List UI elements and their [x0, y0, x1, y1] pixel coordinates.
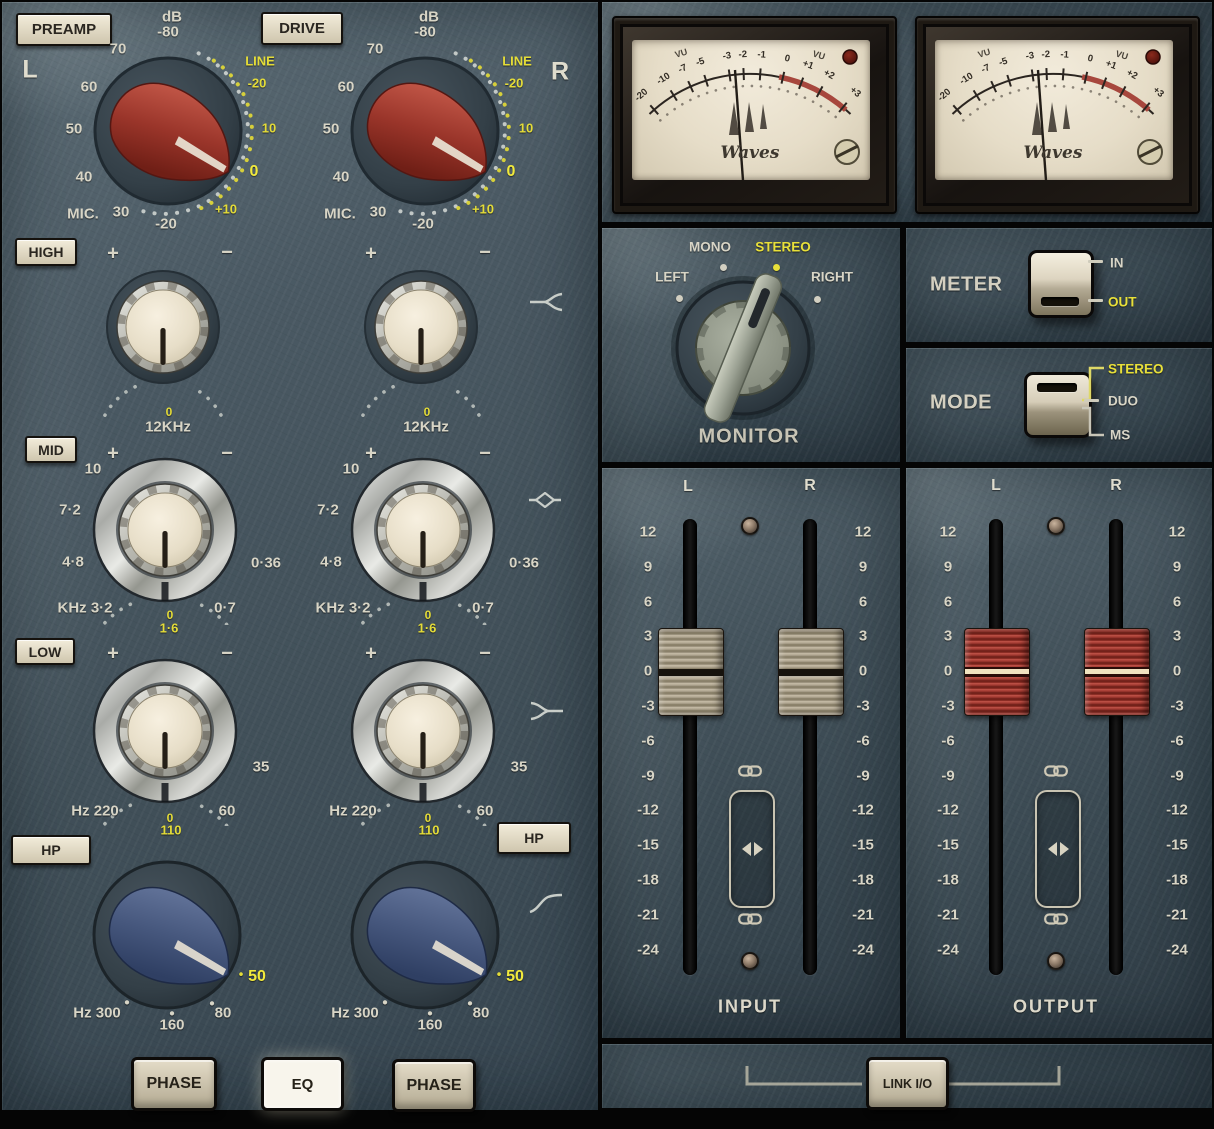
vu-peak-lamp	[1146, 50, 1160, 64]
input-title: INPUT	[718, 997, 782, 1018]
svg-text:-1: -1	[1060, 49, 1070, 61]
output-link-icon-bottom	[1044, 913, 1068, 925]
high-gain-knob-right[interactable]	[331, 237, 511, 417]
svg-text:-3: -3	[722, 50, 732, 62]
eq-button[interactable]: EQ	[261, 1057, 344, 1111]
svg-text:+1: +1	[1104, 58, 1119, 72]
input-fader-right[interactable]	[778, 628, 844, 716]
svg-text:-1: -1	[757, 49, 767, 61]
svg-text:VU: VU	[1114, 49, 1129, 62]
low-knob-right[interactable]	[328, 636, 518, 826]
svg-text:-7: -7	[980, 62, 992, 75]
meter-option-in: IN	[1110, 256, 1124, 271]
svg-text:+2: +2	[1125, 67, 1140, 82]
mode-bracket-stereo	[1080, 360, 1106, 404]
meter-out-tick	[1088, 299, 1103, 302]
input-fader-track-right[interactable]	[803, 519, 817, 975]
high-gain-knob-left[interactable]	[73, 237, 253, 417]
phase-button-left[interactable]: PHASE	[131, 1057, 217, 1111]
high-shelf-icon	[528, 291, 564, 313]
output-led-top	[1047, 517, 1065, 535]
svg-text:-10: -10	[655, 71, 672, 88]
svg-text:Waves: Waves	[721, 143, 780, 163]
hp-freq-knob-left[interactable]	[62, 830, 272, 1040]
svg-text:VU: VU	[977, 47, 992, 60]
svg-text:+3: +3	[848, 85, 863, 100]
mid-knob-right[interactable]	[328, 435, 518, 625]
svg-text:0: 0	[1086, 53, 1094, 65]
input-right-label: R	[804, 477, 816, 495]
svg-text:-3: -3	[1025, 50, 1035, 62]
mid-knob-left[interactable]	[70, 435, 260, 625]
vu-meter-right: -20-10-7-5-3-2-10+1+2+3 VU VU Waves	[915, 16, 1200, 214]
mode-option-stereo: STEREO	[1108, 362, 1164, 377]
monitor-knob[interactable]	[648, 253, 838, 443]
svg-text:-2: -2	[738, 49, 747, 60]
svg-text:Waves: Waves	[1024, 143, 1083, 163]
vu-peak-lamp	[843, 50, 857, 64]
svg-text:-5: -5	[998, 55, 1010, 68]
arrow-right-icon	[1060, 842, 1069, 856]
mode-option-ms: MS	[1110, 428, 1130, 443]
low-shelf-icon	[529, 700, 565, 722]
output-fader-right[interactable]	[1084, 628, 1150, 716]
svg-text:-20: -20	[633, 86, 651, 103]
svg-text:0: 0	[783, 53, 791, 65]
vu-meter-left: -20-10-7-5-3-2-10+1+2+3 VU VU Waves	[612, 16, 897, 214]
output-link-button[interactable]	[1035, 790, 1081, 908]
input-fader-track-left[interactable]	[683, 519, 697, 975]
output-led-bottom	[1047, 952, 1065, 970]
svg-text:VU: VU	[674, 47, 689, 60]
preamp-gain-knob-right[interactable]	[320, 26, 530, 236]
mode-duo-tick	[1084, 399, 1099, 402]
meter-in-out-switch[interactable]	[1028, 250, 1094, 318]
input-led-bottom	[741, 952, 759, 970]
channel-strip-plugin: PREAMP DRIVE L R dB-8070605040MIC.30-20L…	[0, 0, 1214, 1129]
svg-text:+1: +1	[801, 58, 816, 72]
input-link-button[interactable]	[729, 790, 775, 908]
monitor-title: MONITOR	[698, 426, 799, 449]
high-pass-icon	[528, 893, 564, 915]
svg-text:-10: -10	[958, 71, 975, 88]
link-io-button[interactable]: LINK I/O	[866, 1057, 949, 1110]
svg-text:VU: VU	[811, 49, 826, 62]
svg-text:+2: +2	[822, 67, 837, 82]
phase-button-right[interactable]: PHASE	[392, 1059, 476, 1112]
output-fader-left[interactable]	[964, 628, 1030, 716]
output-left-label: L	[991, 477, 1001, 495]
low-section-label: LOW	[15, 638, 75, 665]
svg-text:-5: -5	[695, 55, 707, 68]
output-title: OUTPUT	[1013, 997, 1099, 1018]
preamp-gain-knob-left[interactable]	[63, 26, 273, 236]
mode-option-duo: DUO	[1108, 394, 1138, 409]
channel-right-label: R	[551, 58, 569, 87]
svg-text:-2: -2	[1041, 49, 1050, 60]
bell-eq-icon	[527, 492, 563, 508]
arrow-left-icon	[1048, 842, 1057, 856]
output-right-label: R	[1110, 477, 1122, 495]
mode-bracket-ms	[1080, 404, 1106, 440]
meter-in-tick	[1088, 260, 1103, 263]
svg-text:-20: -20	[936, 86, 954, 103]
hp-freq-knob-right[interactable]	[320, 830, 530, 1040]
meter-title: METER	[930, 274, 1003, 297]
input-link-icon-top	[738, 765, 762, 777]
arrow-right-icon	[754, 842, 763, 856]
svg-text:+3: +3	[1151, 85, 1166, 100]
output-link-icon-top	[1044, 765, 1068, 777]
arrow-left-icon	[742, 842, 751, 856]
input-led-top	[741, 517, 759, 535]
svg-text:-7: -7	[677, 62, 689, 75]
input-link-icon-bottom	[738, 913, 762, 925]
high-section-label: HIGH	[15, 238, 77, 266]
input-left-label: L	[683, 478, 693, 496]
meter-option-out: OUT	[1108, 295, 1137, 310]
low-knob-left[interactable]	[70, 636, 260, 826]
channel-left-label: L	[22, 56, 37, 85]
input-fader-left[interactable]	[658, 628, 724, 716]
mode-title: MODE	[930, 392, 992, 415]
output-fader-track-right[interactable]	[1109, 519, 1123, 975]
output-fader-track-left[interactable]	[989, 519, 1003, 975]
